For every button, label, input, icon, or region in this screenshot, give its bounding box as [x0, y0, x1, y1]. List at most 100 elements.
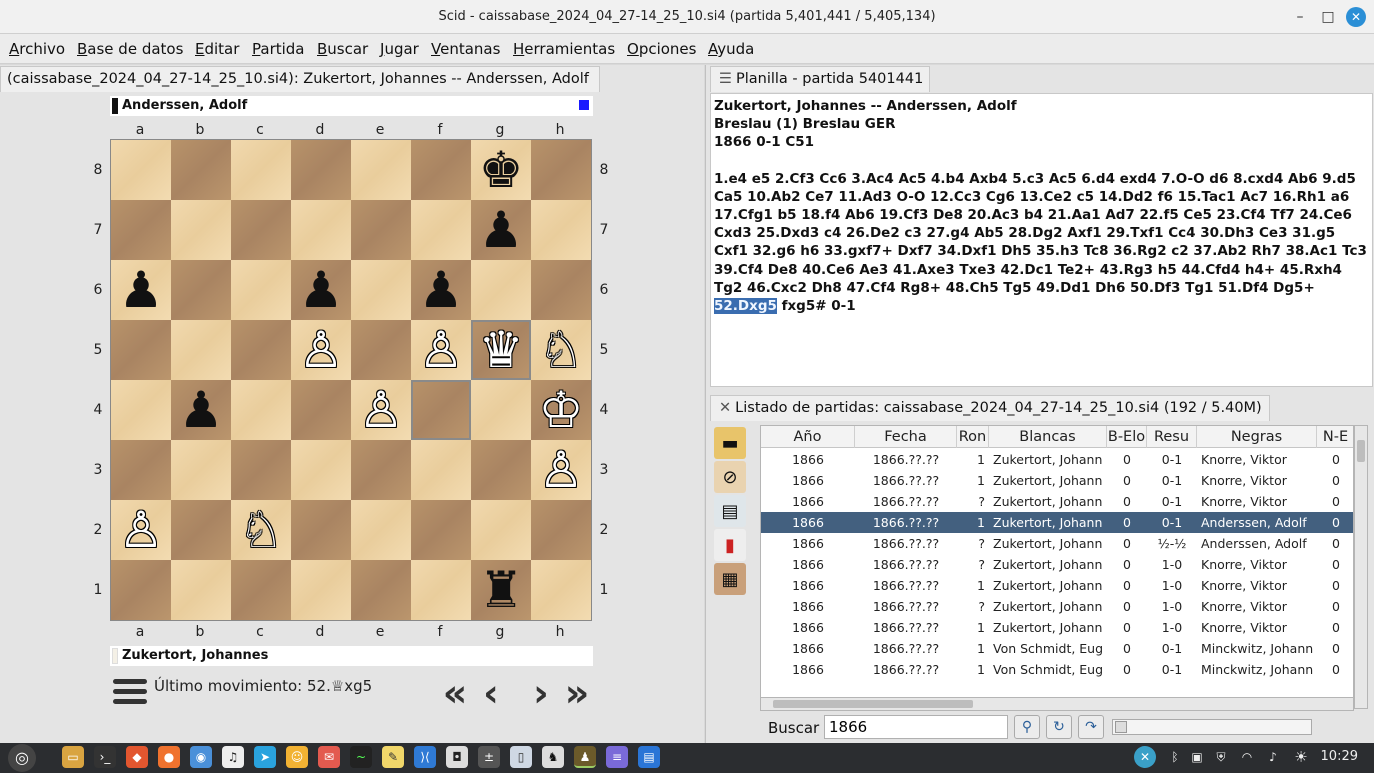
square-b6[interactable] [171, 260, 231, 320]
square-e8[interactable] [351, 140, 411, 200]
square-a1[interactable] [111, 560, 171, 620]
square-f1[interactable] [411, 560, 471, 620]
square-e3[interactable] [351, 440, 411, 500]
piece-h4[interactable]: ♔ [531, 380, 591, 440]
square-d3[interactable] [291, 440, 351, 500]
square-d4[interactable] [291, 380, 351, 440]
square-f3[interactable] [411, 440, 471, 500]
square-d2[interactable] [291, 500, 351, 560]
square-f4[interactable] [411, 380, 471, 440]
column-header-2[interactable]: Ron [957, 426, 989, 448]
column-header-5[interactable]: Resu [1147, 426, 1197, 448]
square-e5[interactable] [351, 320, 411, 380]
piece-b4[interactable]: ♟ [171, 380, 231, 440]
column-header-4[interactable]: B-Elo [1107, 426, 1147, 448]
square-c4[interactable] [231, 380, 291, 440]
close-icon[interactable]: ✕ [1346, 7, 1366, 27]
document-viewer-icon[interactable]: ▯ [510, 746, 532, 768]
square-c7[interactable] [231, 200, 291, 260]
chess-board[interactable]: ♚ ♟ ♟ ♟ ♟ ♙ ♙ ♛ ♘ ♟ ♙ ♔ ♙ ♙ ♘ ♜ [110, 139, 592, 621]
menu-buscar[interactable]: Buscar [317, 40, 368, 58]
office-icon[interactable]: ▤ [638, 746, 660, 768]
square-d7[interactable] [291, 200, 351, 260]
table-row[interactable]: 1866 1866.??.?? 1 Von Schmidt, Eugi 0 0-1 Minc… [761, 638, 1353, 659]
piece-a2[interactable]: ♙ [111, 500, 171, 560]
square-b1[interactable] [171, 560, 231, 620]
column-header-3[interactable]: Blancas [989, 426, 1107, 448]
menu-ayuda[interactable]: Ayuda [708, 40, 754, 58]
update-icon[interactable]: ✕ [1134, 746, 1156, 768]
table-row[interactable]: 1866 1866.??.?? 1 Zukertort, Johanne 0 0-1 Kno… [761, 449, 1353, 470]
start-menu-icon[interactable]: ◎ [8, 744, 36, 772]
clock[interactable]: 10:29 [1321, 749, 1358, 764]
square-b5[interactable] [171, 320, 231, 380]
previous-move-icon[interactable]: ‹ [474, 671, 508, 715]
square-e7[interactable] [351, 200, 411, 260]
moves-after[interactable]: fxg5# 0-1 [782, 298, 856, 314]
square-d1[interactable] [291, 560, 351, 620]
scid-icon[interactable]: ♞ [542, 746, 564, 768]
square-c8[interactable] [231, 140, 291, 200]
text-editor-icon[interactable]: ≡ [606, 746, 628, 768]
square-f2[interactable] [411, 500, 471, 560]
square-h7[interactable] [531, 200, 591, 260]
board-mini-icon[interactable]: ▦ [714, 563, 746, 595]
menu-ventanas[interactable]: Ventanas [431, 40, 500, 58]
notation-tab[interactable]: ☰ Planilla - partida 5401441 [710, 66, 930, 92]
volume-icon[interactable]: ♪ [1262, 746, 1284, 768]
system-monitor-icon[interactable]: ~ [350, 746, 372, 768]
square-d8[interactable] [291, 140, 351, 200]
piece-a6[interactable]: ♟ [111, 260, 171, 320]
current-move[interactable]: 52.Dxg5 [714, 298, 777, 315]
piece-e4[interactable]: ♙ [351, 380, 411, 440]
square-a3[interactable] [111, 440, 171, 500]
table-row[interactable]: 1866 1866.??.??? Zukertort, Johanne 0 ½-½ And… [761, 533, 1353, 554]
square-a4[interactable] [111, 380, 171, 440]
piece-d6[interactable]: ♟ [291, 260, 351, 320]
table-row[interactable]: 1866 1866.??.?? 1 Zukertort, Johanne 0 0-1 And… [761, 512, 1353, 533]
horizontal-scroll-thumb[interactable] [773, 700, 973, 708]
menu-archivo[interactable]: Archivo [9, 40, 65, 58]
search-icon[interactable]: ⚲ [1014, 715, 1040, 739]
files-icon[interactable]: ▭ [62, 746, 84, 768]
stats-icon[interactable]: ▮ [714, 529, 746, 561]
column-header-0[interactable]: Año [761, 426, 855, 448]
square-b7[interactable] [171, 200, 231, 260]
square-f7[interactable] [411, 200, 471, 260]
move-list[interactable]: 1.e4 e5 2.Cf3 Cc6 3.Ac4 Ac5 4.b4 Axb4 5.… [714, 170, 1369, 316]
menu-icon[interactable] [113, 679, 147, 709]
square-c5[interactable] [231, 320, 291, 380]
music-icon[interactable]: ♫ [222, 746, 244, 768]
vscode-icon[interactable]: ⟩⟨ [414, 746, 436, 768]
redo-icon[interactable]: ↷ [1078, 715, 1104, 739]
terminal-icon[interactable]: ›_ [94, 746, 116, 768]
refresh-icon[interactable]: ↻ [1046, 715, 1072, 739]
column-header-6[interactable]: Negras [1197, 426, 1317, 448]
square-g6[interactable] [471, 260, 531, 320]
piece-d5[interactable]: ♙ [291, 320, 351, 380]
column-header-1[interactable]: Fecha [855, 426, 957, 448]
maximize-icon[interactable]: □ [1318, 7, 1338, 27]
table-row[interactable]: 1866 1866.??.?? 1 Von Schmidt, Eugi 0 0-1 Minc… [761, 659, 1353, 680]
app-icon[interactable]: ✉ [318, 746, 340, 768]
minimize-icon[interactable]: – [1290, 7, 1310, 27]
table-row[interactable]: 1866 1866.??.??? Zukertort, Johanne 0 1-0 Kno… [761, 596, 1353, 617]
chromium-icon[interactable]: ◉ [190, 746, 212, 768]
search-input[interactable] [824, 715, 1008, 739]
board-tab[interactable]: (caissabase_2024_04_27-14_25_10.si4): Zu… [0, 66, 600, 92]
wifi-icon[interactable]: ◠ [1236, 746, 1258, 768]
piece-f6[interactable]: ♟ [411, 260, 471, 320]
scid-active-icon[interactable]: ♟ [574, 746, 596, 768]
square-h1[interactable] [531, 560, 591, 620]
vertical-scroll-thumb[interactable] [1357, 440, 1365, 462]
slider[interactable] [1112, 719, 1312, 735]
table-row[interactable]: 1866 1866.??.??? Zukertort, Johanne 0 1-0 Kno… [761, 554, 1353, 575]
menu-herramientas[interactable]: Herramientas [513, 40, 615, 58]
bluetooth-icon[interactable]: ᛒ [1164, 746, 1186, 768]
brightness-icon[interactable]: ☀ [1290, 746, 1312, 768]
slider-thumb[interactable] [1115, 721, 1127, 733]
square-b8[interactable] [171, 140, 231, 200]
shield-icon[interactable]: ⛨ [1210, 746, 1232, 768]
firefox-icon[interactable]: ● [158, 746, 180, 768]
menu-base-de-datos[interactable]: Base de datos [77, 40, 183, 58]
